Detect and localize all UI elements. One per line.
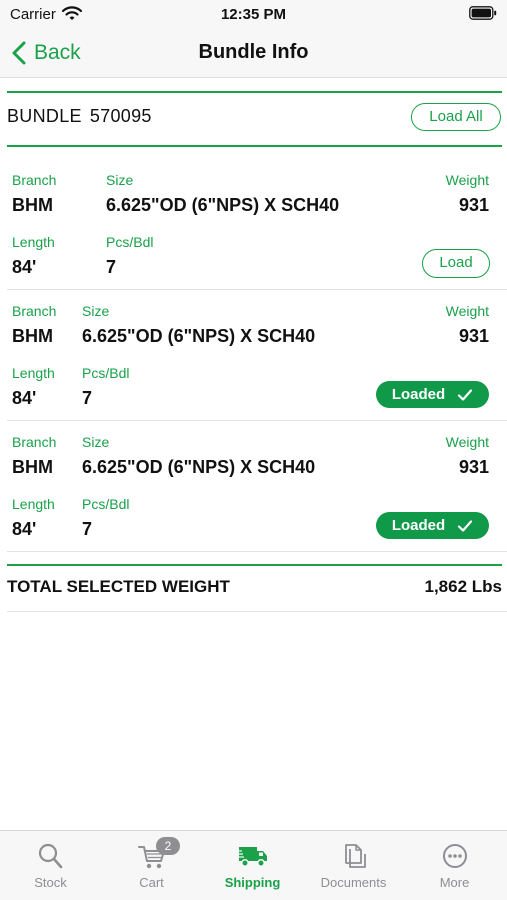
weight-label: Weight — [445, 303, 489, 319]
tab-cart[interactable]: Cart — [101, 831, 202, 900]
weight-value: 931 — [458, 195, 489, 215]
divider — [7, 420, 507, 421]
tab-documents[interactable]: Documents — [303, 831, 404, 900]
length-value: 84' — [12, 257, 37, 277]
cart-badge: 2 — [156, 837, 180, 855]
divider — [7, 564, 502, 566]
branch-value: BHM — [12, 457, 53, 477]
weight-label: Weight — [445, 172, 489, 188]
tab-bar: Stock Cart 2 Shipping Documents More — [0, 830, 507, 900]
branch-label: Branch — [12, 303, 57, 319]
pcs-bdl-label: Pcs/Bdl — [106, 234, 154, 250]
total-weight-label: TOTAL SELECTED WEIGHT — [7, 577, 230, 596]
tab-shipping-label: Shipping — [224, 875, 281, 890]
loaded-label: Loaded — [391, 517, 446, 534]
loaded-button[interactable]: Loaded — [376, 512, 489, 539]
weight-value: 931 — [458, 326, 489, 346]
divider — [7, 611, 507, 612]
size-value: 6.625"OD (6"NPS) X SCH40 — [82, 326, 316, 346]
pcs-bdl-value: 7 — [82, 388, 93, 408]
branch-value: BHM — [12, 195, 53, 215]
checkmark-icon — [458, 519, 473, 532]
load-all-button[interactable]: Load All — [411, 103, 501, 131]
pcs-bdl-label: Pcs/Bdl — [82, 496, 130, 512]
battery-icon — [469, 6, 497, 25]
length-label: Length — [12, 496, 55, 512]
divider — [7, 91, 502, 93]
divider — [7, 551, 507, 552]
size-label: Size — [82, 303, 110, 319]
load-button[interactable]: Load — [422, 249, 490, 278]
size-value: 6.625"OD (6"NPS) X SCH40 — [82, 457, 316, 477]
divider — [7, 289, 507, 290]
branch-value: BHM — [12, 326, 53, 346]
branch-label: Branch — [12, 172, 57, 188]
total-weight-value: 1,862 Lbs — [424, 577, 503, 596]
length-label: Length — [12, 365, 55, 381]
bundle-number: 570095 — [89, 106, 152, 126]
bundle-item: Branch Size Weight BHM 6.625"OD (6"NPS) … — [0, 160, 507, 290]
pcs-bdl-label: Pcs/Bdl — [82, 365, 130, 381]
tab-shipping[interactable]: Shipping — [202, 831, 303, 900]
size-label: Size — [106, 172, 134, 188]
status-bar: Carrier 12:35 PM — [0, 0, 507, 28]
bundle-item: Branch Size Weight BHM 6.625"OD (6"NPS) … — [0, 291, 507, 421]
navigation-bar: Back Bundle Info — [0, 28, 507, 78]
loaded-button[interactable]: Loaded — [376, 381, 489, 408]
length-label: Length — [12, 234, 55, 250]
tab-more-label: More — [439, 875, 470, 890]
bundle-item: Branch Size Weight BHM 6.625"OD (6"NPS) … — [0, 422, 507, 552]
checkmark-icon — [458, 388, 473, 401]
divider — [7, 145, 502, 147]
more-icon — [442, 844, 467, 868]
size-value: 6.625"OD (6"NPS) X SCH40 — [106, 195, 340, 215]
tab-documents-label: Documents — [320, 875, 387, 890]
page-title: Bundle Info — [198, 41, 309, 63]
weight-label: Weight — [445, 434, 489, 450]
loaded-label: Loaded — [391, 386, 446, 403]
length-value: 84' — [12, 388, 37, 408]
truck-icon — [235, 847, 267, 867]
tab-cart-label: Cart — [139, 875, 164, 890]
bundle-header: BUNDLE 570095 — [7, 106, 152, 127]
length-value: 84' — [12, 519, 37, 539]
branch-label: Branch — [12, 434, 57, 450]
pcs-bdl-value: 7 — [82, 519, 93, 539]
weight-value: 931 — [458, 457, 489, 477]
size-label: Size — [82, 434, 110, 450]
tab-stock[interactable]: Stock — [0, 831, 101, 900]
search-icon — [38, 843, 62, 869]
clock: 12:35 PM — [220, 6, 287, 23]
pcs-bdl-value: 7 — [106, 257, 117, 277]
tab-more[interactable]: More — [404, 831, 505, 900]
bundle-label: BUNDLE — [7, 106, 82, 126]
tab-stock-label: Stock — [34, 875, 67, 890]
documents-icon — [344, 844, 366, 868]
